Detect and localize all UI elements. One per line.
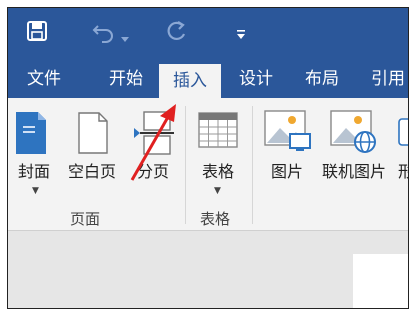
annotation-arrow (130, 104, 176, 181)
word-window: 文件 开始 插入 设计 布局 引用 封面 ▼ 空白页 分页 页面 表格 ▼ 表格… (8, 8, 408, 308)
